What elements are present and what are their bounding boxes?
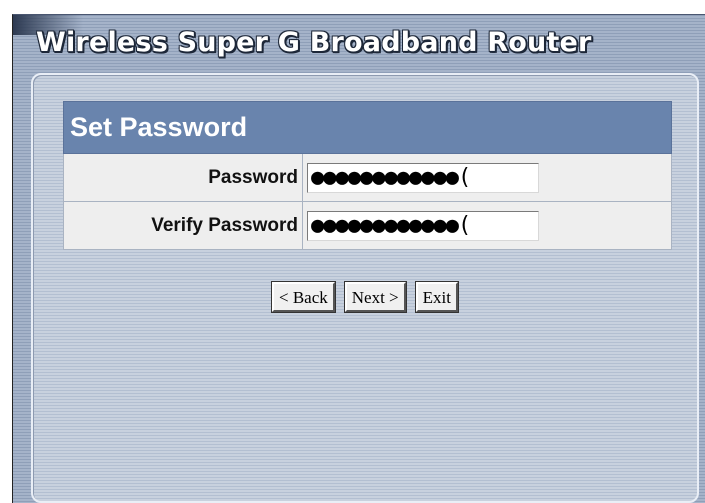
router-window: Wireless Super G Broadband Router Set Pa…	[12, 14, 705, 503]
password-cell: ●●●●●●●●●●●●(	[302, 153, 672, 202]
wizard-panel: Set Password Password ●●●●●●●●●●●●( Veri…	[31, 73, 699, 503]
verify-password-row: Verify Password ●●●●●●●●●●●●(	[63, 201, 672, 250]
verify-password-cell: ●●●●●●●●●●●●(	[302, 201, 672, 250]
section-heading: Set Password	[63, 101, 672, 154]
button-bar: < Back Next > Exit	[33, 281, 697, 313]
password-label: Password	[63, 153, 303, 202]
back-button[interactable]: < Back	[270, 281, 336, 313]
password-input[interactable]: ●●●●●●●●●●●●(	[307, 162, 539, 193]
verify-password-label: Verify Password	[63, 201, 303, 250]
next-button[interactable]: Next >	[343, 281, 407, 313]
page-frame: Wireless Super G Broadband Router Set Pa…	[0, 0, 705, 503]
set-password-table: Set Password Password ●●●●●●●●●●●●( Veri…	[63, 101, 672, 250]
exit-button[interactable]: Exit	[414, 281, 460, 313]
app-title: Wireless Super G Broadband Router	[36, 27, 592, 58]
password-row: Password ●●●●●●●●●●●●(	[63, 153, 672, 202]
verify-password-input[interactable]: ●●●●●●●●●●●●(	[307, 210, 539, 241]
